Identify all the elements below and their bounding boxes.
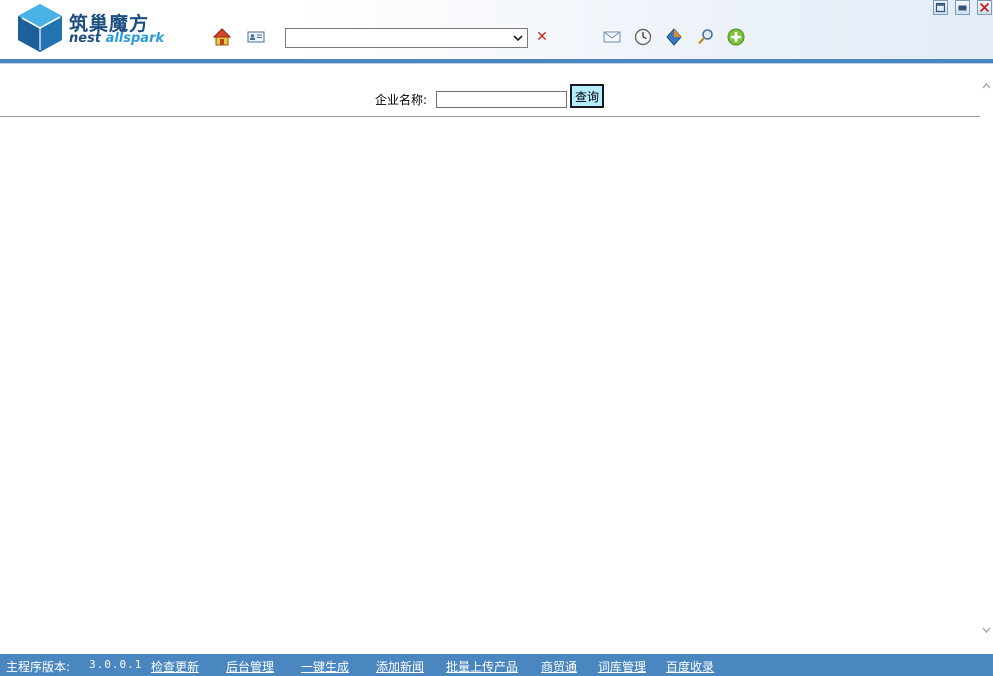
logo-english-part2: allspark bbox=[106, 31, 165, 46]
address-select[interactable] bbox=[285, 28, 528, 48]
admin-panel-link[interactable]: 后台管理 bbox=[226, 658, 274, 675]
scroll-down-icon[interactable] bbox=[980, 622, 993, 638]
logo-english-part1: nest bbox=[69, 31, 106, 46]
chevron-down-icon bbox=[512, 32, 524, 44]
query-button[interactable]: 查询 bbox=[570, 84, 604, 108]
app-logo: 筑巢魔方 nest allspark bbox=[16, 3, 176, 55]
logo-english-name: nest allspark bbox=[69, 31, 164, 46]
diamond-icon[interactable] bbox=[665, 28, 683, 46]
home-icon[interactable] bbox=[213, 28, 231, 46]
add-news-link[interactable]: 添加新闻 bbox=[376, 658, 424, 675]
restore-icon[interactable] bbox=[933, 0, 948, 15]
minimize-icon[interactable] bbox=[955, 0, 970, 15]
status-bar: 主程序版本: 3.0.0.1 检查更新 后台管理 一键生成 添加新闻 批量上传产… bbox=[0, 654, 993, 676]
header-divider bbox=[0, 59, 993, 64]
message-icon[interactable] bbox=[603, 28, 621, 46]
baidu-index-link[interactable]: 百度收录 bbox=[666, 658, 714, 675]
logo-cube-icon bbox=[16, 3, 64, 53]
batch-upload-products-link[interactable]: 批量上传产品 bbox=[446, 658, 518, 675]
search-magnifier-icon[interactable] bbox=[697, 28, 715, 46]
add-plus-icon[interactable] bbox=[727, 28, 745, 46]
company-name-input[interactable] bbox=[436, 91, 567, 108]
clear-address-icon[interactable]: ✕ bbox=[535, 28, 549, 46]
vertical-scrollbar[interactable] bbox=[980, 64, 993, 653]
company-name-label: 企业名称: bbox=[375, 91, 427, 108]
scroll-up-icon[interactable] bbox=[980, 78, 993, 94]
one-click-generate-link[interactable]: 一键生成 bbox=[301, 658, 349, 675]
close-icon[interactable] bbox=[977, 0, 992, 15]
lexicon-manage-link[interactable]: 词库管理 bbox=[598, 658, 646, 675]
company-search-row: 企业名称: 查询 bbox=[0, 84, 980, 110]
header-bar: 筑巢魔方 nest allspark ✕ bbox=[0, 0, 993, 59]
content-divider bbox=[0, 116, 980, 117]
trade-link[interactable]: 商贸通 bbox=[541, 658, 577, 675]
version-value: 3.0.0.1 bbox=[89, 658, 142, 671]
check-update-link[interactable]: 检查更新 bbox=[151, 658, 199, 675]
contact-card-icon[interactable] bbox=[247, 28, 265, 46]
version-label: 主程序版本: bbox=[6, 658, 70, 675]
history-clock-icon[interactable] bbox=[634, 28, 652, 46]
